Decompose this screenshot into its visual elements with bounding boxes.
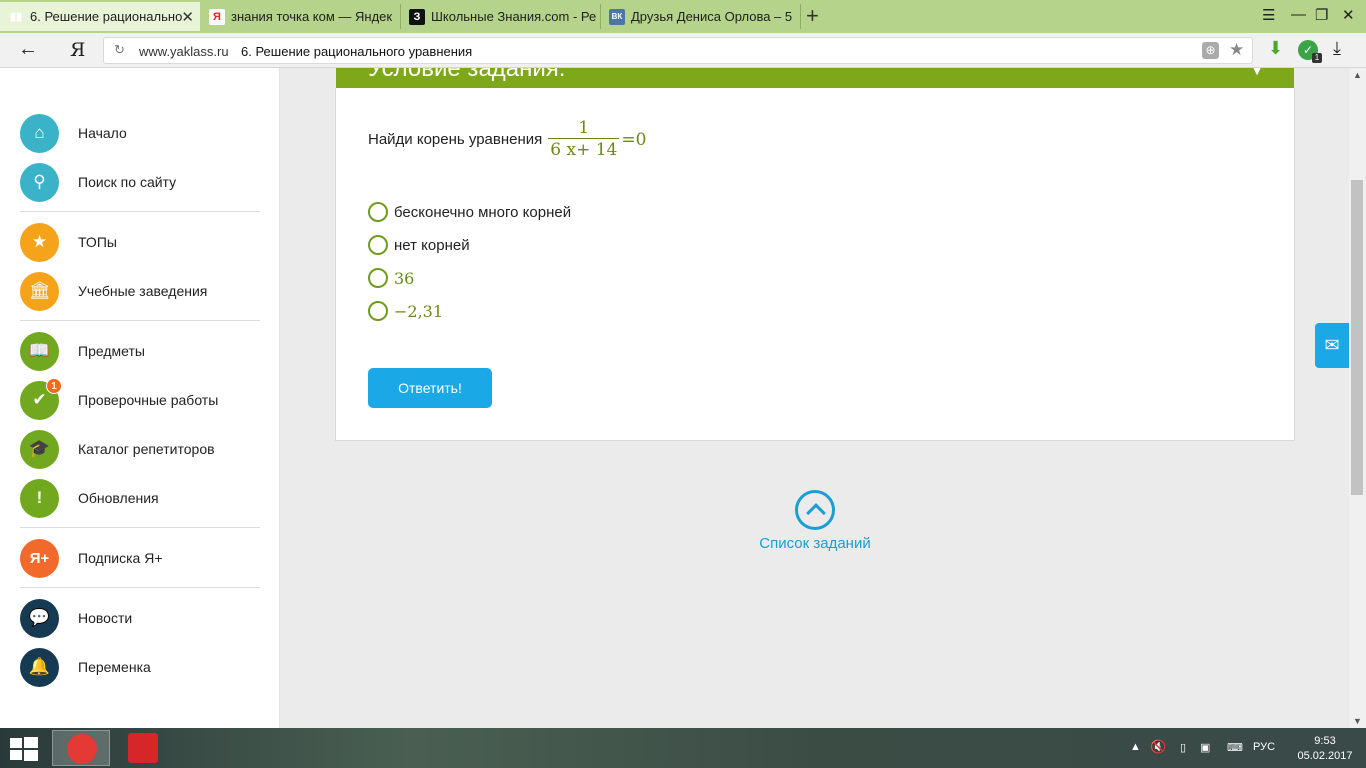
tab-znanija[interactable]: З Школьные Знания.com - Ре [401,2,599,31]
yandex-icon: Я [209,8,225,25]
sidebar-item-news[interactable]: 💬 Новости [20,598,270,638]
answer-option[interactable]: −2,31 [368,301,443,321]
radio-button[interactable] [368,235,388,255]
language-indicator[interactable]: РУС [1253,741,1275,753]
close-tab-icon[interactable]: ✕ [181,8,194,26]
search-icon: ⚲ [20,162,59,202]
vk-icon: ВК [609,8,625,25]
tab-vk[interactable]: ВК Друзья Дениса Орлова – 5 [601,2,799,31]
url-field[interactable]: ↻ www.yaklass.ru 6. Решение рациональног… [103,37,1253,64]
ya-plus-icon: Я+ [20,538,59,578]
star-icon: ★ [20,222,59,262]
sidebar-item-home[interactable]: ⌂ Начало [20,113,270,153]
reload-icon[interactable]: ↻ [114,42,125,58]
task-header: Условие задания: ▼ [336,68,1294,88]
bell-icon: 🔔 [20,647,59,687]
sidebar-item-tests[interactable]: ✔ 1 Проверочные работы [20,377,270,420]
url-domain: www.yaklass.ru [139,44,229,59]
submit-answer-button[interactable]: Ответить! [368,368,492,408]
sidebar-item-subscription[interactable]: Я+ Подписка Я+ [20,538,270,578]
task-header-title: Условие задания: [368,68,566,82]
feedback-mail-icon[interactable]: ✉ [1315,323,1349,368]
answer-option[interactable]: 36 [368,268,414,288]
scrollbar-thumb[interactable] [1351,180,1363,495]
scroll-down-icon[interactable]: ▼ [1353,716,1362,726]
znanija-icon: З [409,8,425,25]
clock-time: 9:53 [1314,735,1336,747]
answer-option[interactable]: бесконечно много корней [368,202,571,222]
tab-yandex[interactable]: Я знания точка ком — Яндек [201,2,399,31]
battery-icon[interactable]: ▯ [1180,741,1186,754]
sidebar-item-break[interactable]: 🔔 Переменка [20,647,270,687]
task-list-link[interactable]: Список заданий [745,490,885,552]
question: Найди корень уравнения 1 6 x+ 14 =0 [368,118,646,161]
taskbar-app[interactable] [114,730,172,766]
radio-button[interactable] [368,301,388,321]
sidebar: ⌂ Начало ⚲ Поиск по сайту ★ ТОПы 🏛 Учебн… [0,68,280,728]
new-tab-button[interactable]: + [806,3,819,29]
question-text: Найди корень уравнения [368,131,543,148]
sidebar-item-updates[interactable]: ! Обновления [20,478,270,518]
task-card: Найди корень уравнения 1 6 x+ 14 =0 беск… [335,88,1295,441]
address-bar-row: ← Я ↻ www.yaklass.ru 6. Решение рационал… [0,33,1366,68]
protect-shield-icon[interactable]: ✓ 1 [1298,40,1322,63]
taskbar-yandex-browser[interactable] [52,730,110,766]
tray-expand-icon[interactable]: ▲ [1130,741,1141,753]
download-extension-icon[interactable]: ⬇ [1268,38,1283,59]
home-icon: ⌂ [20,113,59,153]
exclamation-icon: ! [20,478,59,518]
sidebar-item-schools[interactable]: 🏛 Учебные заведения [20,271,270,311]
fraction-denominator: 6 x+ 14 [550,140,618,160]
chat-icon: 💬 [20,598,59,638]
chevron-up-circle-icon[interactable] [795,490,835,530]
yandex-logo[interactable]: Я [70,39,85,61]
answer-option[interactable]: нет корней [368,235,470,255]
browser-tab-bar: ▮▮ 6. Решение рационально ✕ Я знания точ… [0,0,1366,33]
network-icon[interactable]: ▣ [1200,741,1210,754]
sidebar-item-tops[interactable]: ★ ТОПы [20,222,270,262]
fraction-numerator: 1 [578,118,590,138]
windows-start-icon[interactable] [10,737,38,761]
equation-fraction: 1 6 x+ 14 [548,118,620,161]
clock-date: 05.02.2017 [1297,750,1353,762]
yandex-browser-icon [67,734,97,764]
sidebar-item-search[interactable]: ⚲ Поиск по сайту [20,162,270,202]
sidebar-item-subjects[interactable]: 📖 Предметы [20,331,270,371]
menu-icon[interactable]: ☰ [1262,6,1275,24]
ime-icon[interactable]: ⌨ [1227,741,1243,754]
checkmark-icon: ✔ 1 [20,377,62,420]
bookmark-star-icon[interactable]: ★ [1229,40,1244,60]
scroll-up-icon[interactable]: ▲ [1353,70,1362,80]
page-scrollbar[interactable]: ▲ ▼ [1349,68,1366,728]
restore-icon[interactable]: ❐ [1315,6,1328,24]
radio-button[interactable] [368,202,388,222]
back-arrow-icon[interactable]: ← [18,38,38,61]
radio-button[interactable] [368,268,388,288]
url-page-title: 6. Решение рационального уравнения [241,44,473,59]
minimize-icon[interactable]: — [1291,6,1306,23]
windows-taskbar: ▲ 🔇 ▯ ▣ ⌨ РУС 9:53 05.02.2017 [0,728,1366,768]
collapse-chevron-icon[interactable]: ▼ [1250,68,1264,78]
translate-icon[interactable]: ⊕ [1202,42,1219,59]
book-icon: ▮▮ [9,11,23,23]
close-window-icon[interactable]: ✕ [1342,6,1355,24]
volume-muted-icon[interactable]: 🔇 [1150,739,1166,755]
system-clock[interactable]: 9:53 05.02.2017 [1290,734,1360,764]
equation-rhs: =0 [621,129,647,150]
app-icon [128,733,158,763]
graduation-cap-icon: 🎓 [20,429,59,469]
book-open-icon: 📖 [20,331,59,371]
sidebar-item-tutors[interactable]: 🎓 Каталог репетиторов [20,429,270,469]
task-list-label[interactable]: Список заданий [745,535,885,552]
notification-badge: 1 [46,377,62,394]
tab-yaklass[interactable]: ▮▮ 6. Решение рационально ✕ [0,2,200,31]
building-icon: 🏛 [20,271,59,311]
downloads-icon[interactable]: ⤓ [1333,38,1341,59]
